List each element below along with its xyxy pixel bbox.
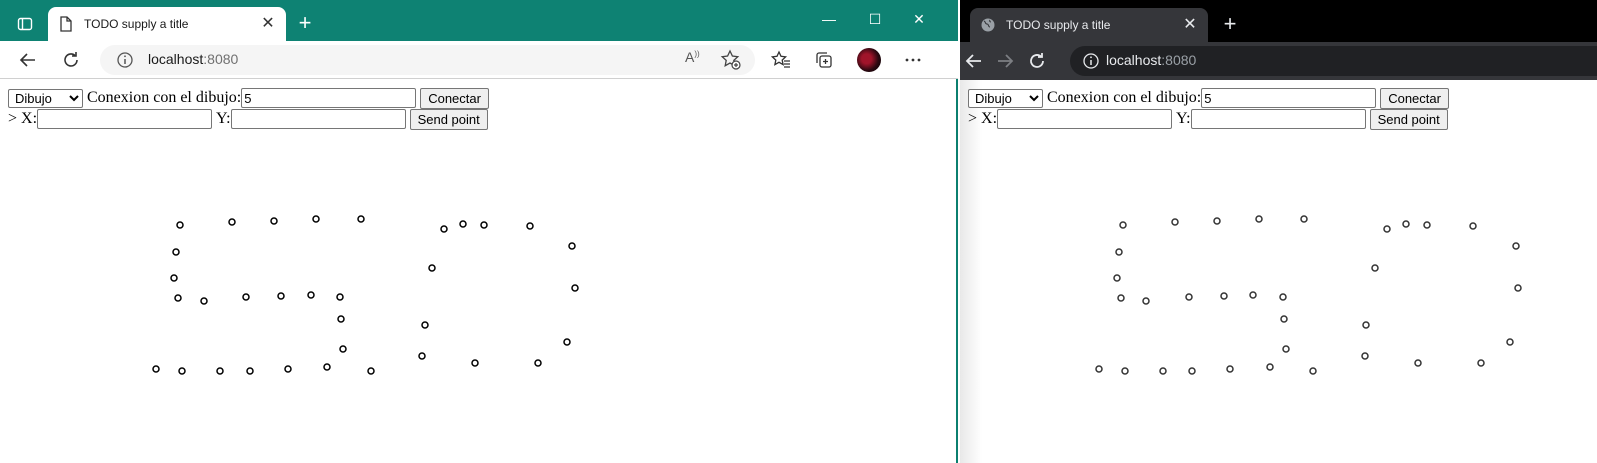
chrome-drawing-point-5 <box>1115 248 1123 256</box>
chrome-drawing-point-7 <box>1117 294 1125 302</box>
chrome-drawing-point-9 <box>1185 293 1193 301</box>
edge-drawing-point-18 <box>246 367 254 375</box>
edge-drawing-point-32 <box>471 359 479 367</box>
edge-drawing-point-16 <box>178 367 186 375</box>
chrome-drawing-point-27 <box>1371 264 1379 272</box>
chrome-drawing-point-3 <box>1255 215 1263 223</box>
edge-drawing-point-27 <box>428 264 436 272</box>
chrome-drawing-point-26 <box>1512 242 1520 250</box>
chrome-drawing-point-18 <box>1188 367 1196 375</box>
chrome-drawing-point-13 <box>1280 315 1288 323</box>
chrome-drawing-point-17 <box>1159 367 1167 375</box>
edge-drawing-point-28 <box>571 284 579 292</box>
edge-drawing-point-20 <box>323 363 331 371</box>
chrome-drawing-point-14 <box>1282 345 1290 353</box>
edge-drawing-point-7 <box>174 294 182 302</box>
chrome-drawing-point-12 <box>1279 293 1287 301</box>
edge-drawing-point-13 <box>337 315 345 323</box>
chrome-drawing-point-0 <box>1119 221 1127 229</box>
edge-drawing-point-12 <box>336 293 344 301</box>
edge-drawing-point-33 <box>534 359 542 367</box>
chrome-drawing-point-2 <box>1213 217 1221 225</box>
chrome-drawing-point-1 <box>1171 218 1179 226</box>
edge-browser-window: TODO supply a title ✕ + — ☐ ✕ localhost:… <box>0 0 958 463</box>
chrome-drawing-point-21 <box>1309 367 1317 375</box>
edge-drawing-point-0 <box>176 221 184 229</box>
edge-drawing-point-4 <box>357 215 365 223</box>
edge-drawing-point-14 <box>339 345 347 353</box>
chrome-drawing-point-28 <box>1514 284 1522 292</box>
edge-drawing-point-17 <box>216 367 224 375</box>
chrome-drawing-point-8 <box>1142 297 1150 305</box>
edge-drawing-point-10 <box>277 292 285 300</box>
edge-drawing-point-19 <box>284 365 292 373</box>
chrome-drawing-point-23 <box>1402 220 1410 228</box>
edge-drawing-point-24 <box>480 221 488 229</box>
chrome-drawing-point-32 <box>1414 359 1422 367</box>
edge-drawing-point-31 <box>418 352 426 360</box>
chrome-drawing-point-10 <box>1220 292 1228 300</box>
chrome-drawing-canvas[interactable] <box>960 0 1597 463</box>
edge-drawing-point-15 <box>152 365 160 373</box>
edge-drawing-point-29 <box>421 321 429 329</box>
chrome-drawing-point-29 <box>1362 321 1370 329</box>
edge-drawing-point-25 <box>526 222 534 230</box>
edge-drawing-point-6 <box>170 274 178 282</box>
edge-drawing-point-11 <box>307 291 315 299</box>
chrome-drawing-point-33 <box>1477 359 1485 367</box>
edge-drawing-point-21 <box>367 367 375 375</box>
edge-drawing-point-26 <box>568 242 576 250</box>
edge-drawing-point-1 <box>228 218 236 226</box>
edge-drawing-point-2 <box>270 217 278 225</box>
edge-drawing-point-30 <box>563 338 571 346</box>
chrome-drawing-point-19 <box>1226 365 1234 373</box>
chrome-drawing-point-24 <box>1423 221 1431 229</box>
chrome-drawing-point-6 <box>1113 274 1121 282</box>
chrome-drawing-point-15 <box>1095 365 1103 373</box>
chrome-drawing-point-25 <box>1469 222 1477 230</box>
edge-drawing-canvas[interactable] <box>0 0 956 463</box>
edge-drawing-point-9 <box>242 293 250 301</box>
chrome-browser-window: TODO supply a title ✕ + localhost:8080 D… <box>960 0 1597 463</box>
chrome-drawing-point-11 <box>1249 291 1257 299</box>
chrome-drawing-point-31 <box>1361 352 1369 360</box>
edge-drawing-point-22 <box>440 225 448 233</box>
edge-drawing-point-8 <box>200 297 208 305</box>
edge-drawing-point-5 <box>172 248 180 256</box>
chrome-drawing-point-22 <box>1383 225 1391 233</box>
chrome-drawing-point-16 <box>1121 367 1129 375</box>
chrome-drawing-point-20 <box>1266 363 1274 371</box>
chrome-drawing-point-30 <box>1506 338 1514 346</box>
edge-drawing-point-23 <box>459 220 467 228</box>
chrome-drawing-point-4 <box>1300 215 1308 223</box>
edge-drawing-point-3 <box>312 215 320 223</box>
